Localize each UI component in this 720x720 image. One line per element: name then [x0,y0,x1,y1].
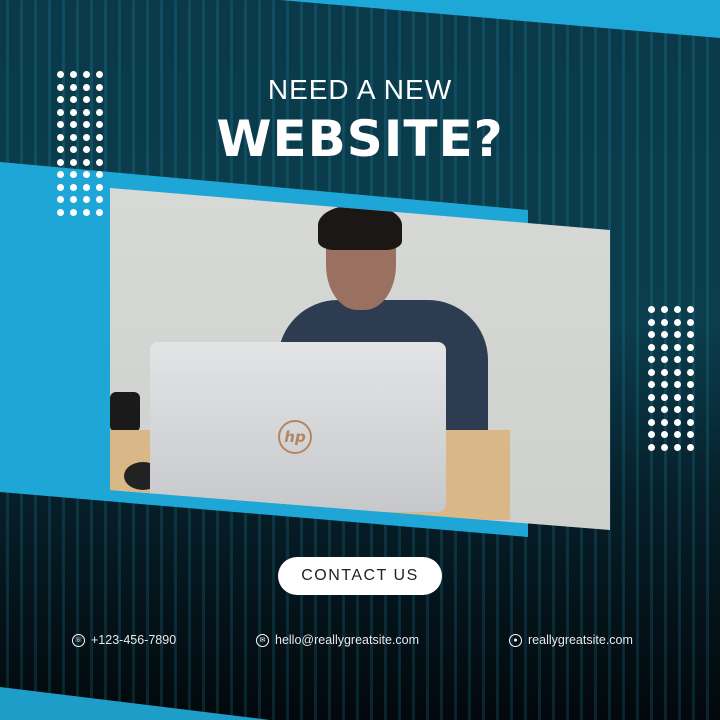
dot [674,343,681,351]
dot [70,208,77,216]
dot [83,183,90,191]
headline-line2: WEBSITE? [216,110,504,168]
dot [661,331,668,338]
dot [648,406,655,413]
dot [661,418,668,426]
dot [674,431,681,438]
contact-us-button[interactable]: CONTACT US [278,557,442,595]
dot [687,443,694,451]
dot [57,171,64,178]
dot [661,306,668,313]
dot [648,356,655,363]
dot [674,318,681,326]
contact-phone: ☏ +123-456-7890 [72,633,176,647]
dot [648,318,655,326]
dot [70,171,77,178]
website-text[interactable]: reallygreatsite.com [528,633,633,647]
dot [687,393,694,401]
dot [70,183,77,191]
dot [674,418,681,426]
globe-icon: ● [509,633,522,647]
dot [648,381,655,388]
dot [661,356,668,363]
dot [83,171,90,178]
dot [674,393,681,401]
dot [687,343,694,351]
dot [674,443,681,451]
dot [648,306,655,313]
dot [687,406,694,413]
dot [661,406,668,413]
dot [687,418,694,426]
dot [687,318,694,326]
dot [661,431,668,438]
dot [57,196,64,203]
dot [674,331,681,338]
flyer: NEED A NEW WEBSITE? hp CONTACT US ☏ +123… [0,0,720,720]
dot [687,431,694,438]
contact-website[interactable]: ● reallygreatsite.com [509,633,633,647]
dot [96,196,103,203]
dot [648,431,655,438]
dot [648,418,655,426]
dot [687,331,694,338]
dot [687,381,694,388]
dot [70,196,77,203]
chair [110,392,140,432]
contact-email[interactable]: ✉ hello@reallygreatsite.com [256,633,419,647]
phone-text: +123-456-7890 [91,633,177,647]
dot [674,406,681,413]
dot [648,393,655,401]
dot-pattern-right [648,306,694,451]
email-text[interactable]: hello@reallygreatsite.com [275,633,419,647]
dot [661,443,668,451]
dot [687,368,694,376]
dot [83,196,90,203]
dot [57,208,64,216]
dot [661,381,668,388]
dot [674,381,681,388]
dot [648,343,655,351]
phone-icon: ☏ [72,633,85,647]
dot [648,331,655,338]
dot [648,368,655,376]
hp-logo: hp [278,420,312,454]
headline-line1: NEED A NEW [267,74,453,105]
dot [661,368,668,376]
dot [83,208,90,216]
dot [96,183,103,191]
dot [661,393,668,401]
accent-band-top [280,0,720,38]
person-hair [318,205,402,250]
dot [96,208,103,216]
dot [674,356,681,363]
mail-icon: ✉ [256,633,269,647]
dot [648,443,655,451]
dot [687,306,694,313]
dot [661,343,668,351]
dot [674,368,681,376]
dot [57,183,64,191]
dot [687,356,694,363]
dot [674,306,681,313]
dot [661,318,668,326]
dot [96,171,103,178]
